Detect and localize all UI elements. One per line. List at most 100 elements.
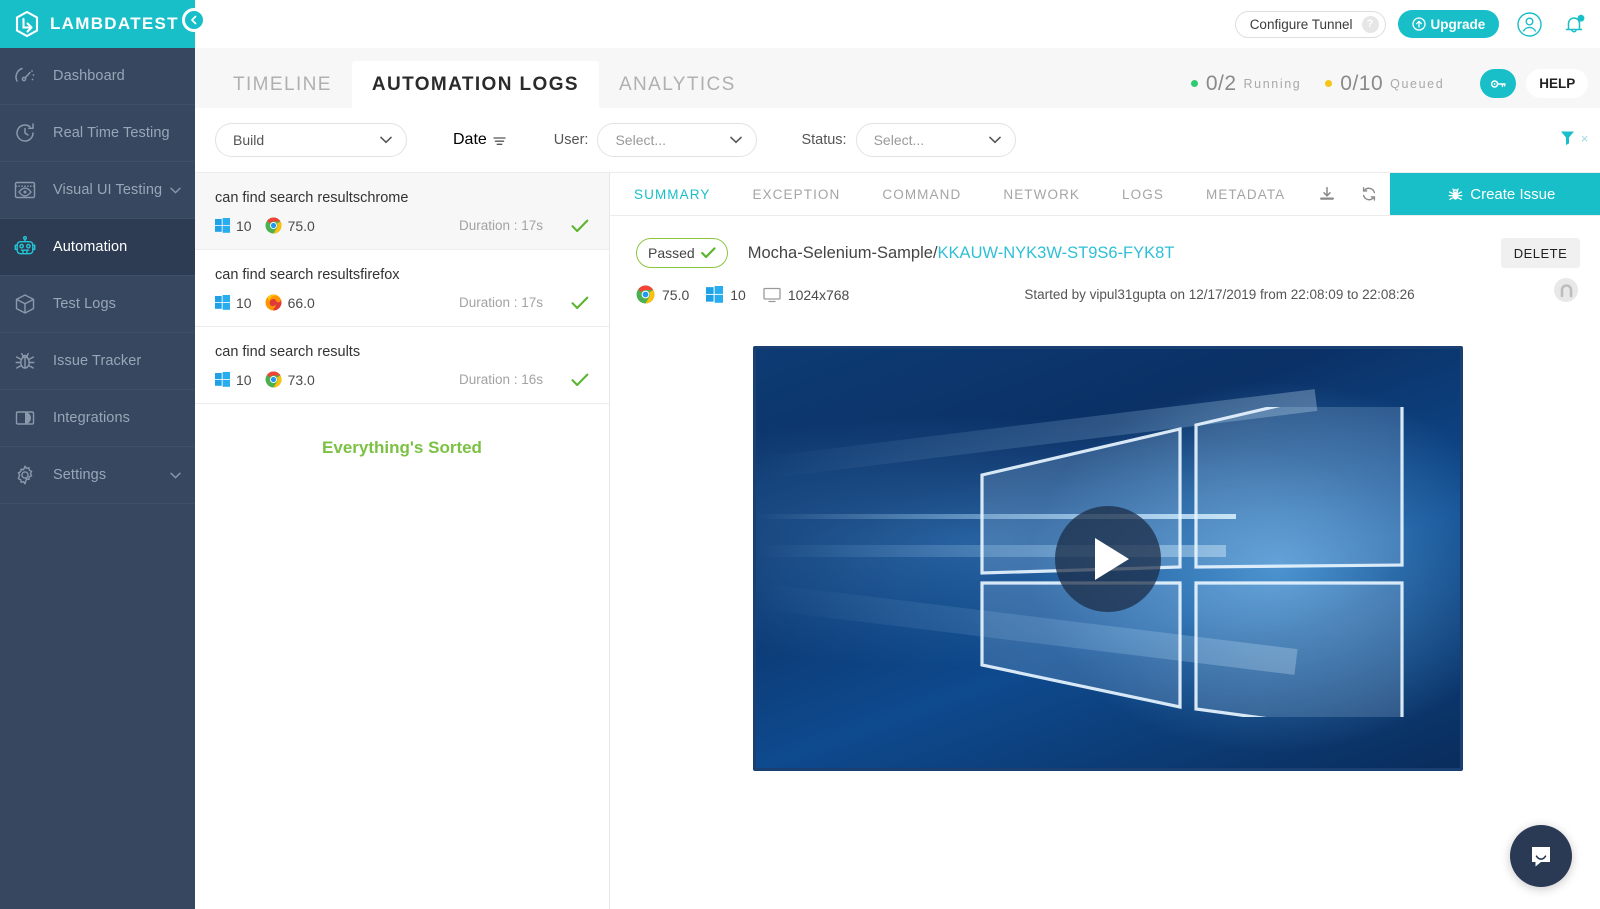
help-circle-icon[interactable]: ? bbox=[1362, 16, 1379, 33]
test-list-item[interactable]: can find search resultsfirefox 10 66.0 bbox=[195, 250, 609, 327]
speedometer-icon bbox=[10, 61, 40, 91]
status-select[interactable]: Select... bbox=[856, 123, 1016, 157]
running-label: Running bbox=[1244, 77, 1302, 91]
build-name: Mocha-Selenium-Sample/ bbox=[748, 244, 938, 262]
help-label: HELP bbox=[1539, 76, 1575, 91]
apply-filter-button[interactable]: × bbox=[1560, 130, 1589, 146]
test-list-item[interactable]: can find search resultschrome 10 75.0 bbox=[195, 173, 609, 250]
upgrade-label: Upgrade bbox=[1431, 17, 1486, 32]
check-icon bbox=[695, 247, 716, 259]
tab-analytics[interactable]: ANALYTICS bbox=[599, 61, 756, 108]
user-circle-icon[interactable] bbox=[1516, 11, 1543, 38]
filter-bar: Build Date User: Select... Status: Selec… bbox=[195, 108, 1600, 173]
sidebar-item-label: Automation bbox=[53, 239, 127, 255]
date-filter[interactable]: Date bbox=[453, 131, 506, 149]
help-button[interactable]: HELP bbox=[1526, 69, 1588, 98]
key-icon bbox=[1490, 77, 1507, 91]
browser-info: 75.0 bbox=[265, 217, 315, 234]
test-list-item[interactable]: can find search results 10 73.0 bbox=[195, 327, 609, 404]
user-select-value: Select... bbox=[615, 132, 666, 148]
test-list-panel[interactable]: can find search resultschrome 10 75.0 bbox=[195, 173, 610, 909]
detail-tab-logs[interactable]: LOGS bbox=[1101, 173, 1185, 215]
os-info: 10 bbox=[215, 218, 252, 234]
session-environment: 75.0 10 1024x768 bbox=[636, 285, 1580, 304]
detail-tab-network[interactable]: NETWORK bbox=[982, 173, 1101, 215]
detail-tab-label: NETWORK bbox=[1003, 187, 1080, 202]
test-name: can find search results bbox=[215, 344, 589, 360]
refresh-icon[interactable] bbox=[1348, 173, 1390, 215]
sidebar-item-integrations[interactable]: Integrations bbox=[0, 390, 195, 447]
chrome-icon bbox=[636, 285, 655, 304]
tab-label: AUTOMATION LOGS bbox=[372, 74, 579, 96]
sidebar-item-visual-ui-testing[interactable]: Visual UI Testing bbox=[0, 162, 195, 219]
chrome-icon bbox=[265, 217, 282, 234]
sort-lines-icon bbox=[493, 135, 506, 146]
clear-filter-button[interactable]: × bbox=[1581, 131, 1589, 146]
configure-tunnel-button[interactable]: Configure Tunnel ? bbox=[1235, 11, 1386, 38]
sidebar-item-automation[interactable]: Automation bbox=[0, 219, 195, 276]
os-info: 10 bbox=[706, 286, 746, 303]
chevron-down-icon bbox=[170, 181, 181, 199]
status-badge-label: Passed bbox=[648, 245, 695, 261]
test-meta: 10 75.0 Duration : 17s bbox=[215, 217, 589, 234]
detail-tab-command[interactable]: COMMAND bbox=[861, 173, 982, 215]
funnel-icon bbox=[1560, 130, 1575, 146]
user-filter-label: User: bbox=[554, 132, 589, 148]
build-select-value: Build bbox=[233, 132, 264, 148]
windows-icon bbox=[706, 286, 723, 303]
brand-header: LAMBDATEST bbox=[0, 0, 195, 48]
chevron-left-icon[interactable] bbox=[182, 8, 206, 32]
delete-button[interactable]: DELETE bbox=[1501, 238, 1581, 268]
detail-tab-label: METADATA bbox=[1206, 187, 1285, 202]
detail-tab-metadata[interactable]: METADATA bbox=[1185, 173, 1306, 215]
delete-label: DELETE bbox=[1514, 246, 1568, 261]
detail-tab-label: COMMAND bbox=[882, 187, 961, 202]
content-split: can find search resultschrome 10 75.0 bbox=[195, 173, 1600, 909]
session-video-player[interactable] bbox=[753, 346, 1463, 771]
sidebar-item-real-time-testing[interactable]: Real Time Testing bbox=[0, 105, 195, 162]
os-version: 10 bbox=[236, 372, 252, 388]
browser-version: 73.0 bbox=[288, 372, 315, 388]
box-icon bbox=[10, 289, 40, 319]
running-count: 0/2 bbox=[1206, 72, 1237, 96]
sidebar-item-settings[interactable]: Settings bbox=[0, 447, 195, 504]
monitor-icon bbox=[763, 287, 781, 303]
tab-timeline[interactable]: TIMELINE bbox=[213, 61, 352, 108]
sidebar-item-label: Test Logs bbox=[53, 296, 116, 312]
sidebar-item-issue-tracker[interactable]: Issue Tracker bbox=[0, 333, 195, 390]
sidebar-item-dashboard[interactable]: Dashboard bbox=[0, 48, 195, 105]
main-tab-strip: TIMELINE AUTOMATION LOGS ANALYTICS 0/2 R… bbox=[195, 48, 1600, 108]
user-select[interactable]: Select... bbox=[597, 123, 757, 157]
robot-icon bbox=[10, 232, 40, 262]
session-header-row: Passed Mocha-Selenium-Sample/KKAUW-NYK3W… bbox=[636, 238, 1580, 268]
session-id-link[interactable]: KKAUW-NYK3W-ST9S6-FYK8T bbox=[938, 244, 1175, 262]
top-bar: Configure Tunnel ? Upgrade bbox=[195, 0, 1600, 48]
queued-count: 0/10 bbox=[1340, 72, 1383, 96]
windows-icon bbox=[215, 295, 230, 310]
tab-automation-logs[interactable]: AUTOMATION LOGS bbox=[352, 61, 599, 108]
access-key-button[interactable] bbox=[1480, 69, 1516, 98]
bell-icon[interactable] bbox=[1560, 10, 1588, 38]
detail-tab-bar: SUMMARY EXCEPTION COMMAND NETWORK LOGS M… bbox=[610, 173, 1600, 216]
test-meta: 10 66.0 Duration : 17s bbox=[215, 294, 589, 311]
detail-tab-exception[interactable]: EXCEPTION bbox=[731, 173, 861, 215]
os-info: 10 bbox=[215, 295, 252, 311]
chevron-down-icon bbox=[989, 136, 1001, 144]
play-icon[interactable] bbox=[1055, 506, 1161, 612]
contrast-circle-icon bbox=[10, 403, 40, 433]
configure-tunnel-label: Configure Tunnel bbox=[1250, 17, 1353, 32]
sidebar-item-test-logs[interactable]: Test Logs bbox=[0, 276, 195, 333]
upgrade-button[interactable]: Upgrade bbox=[1398, 10, 1500, 38]
status-select-value: Select... bbox=[874, 132, 925, 148]
brand-name: LAMBDATEST bbox=[50, 14, 179, 34]
create-issue-button[interactable]: Create Issue bbox=[1390, 173, 1600, 215]
detail-tab-summary[interactable]: SUMMARY bbox=[610, 173, 731, 215]
bug-icon bbox=[1447, 186, 1464, 203]
chat-bubble-icon[interactable] bbox=[1510, 825, 1572, 887]
clock-icon bbox=[10, 118, 40, 148]
build-select[interactable]: Build bbox=[215, 123, 407, 157]
download-icon[interactable] bbox=[1306, 173, 1348, 215]
test-name: can find search resultsfirefox bbox=[215, 267, 589, 283]
sidebar: LAMBDATEST Dashboard Real Time Testing bbox=[0, 0, 195, 909]
tab-label: ANALYTICS bbox=[619, 74, 736, 96]
